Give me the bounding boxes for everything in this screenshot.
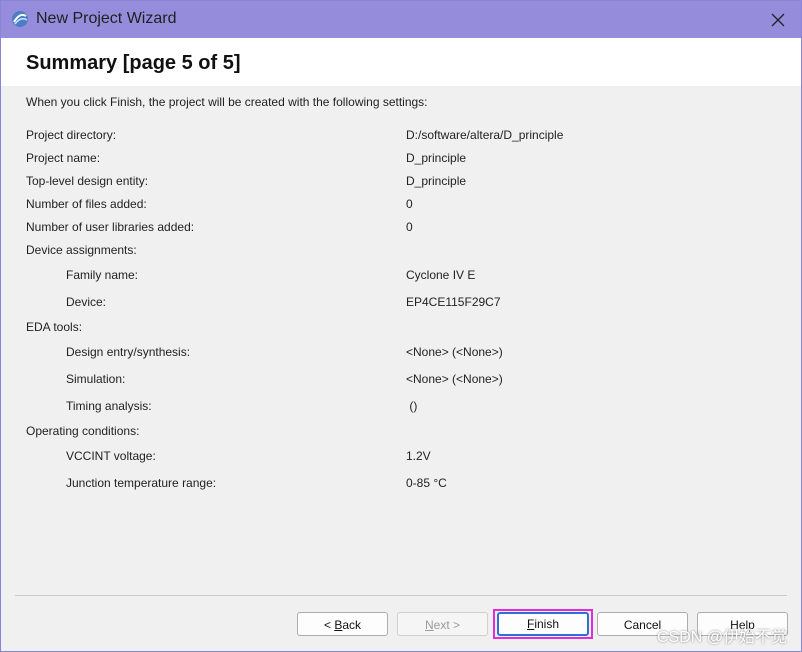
quartus-wizard-icon xyxy=(12,11,28,27)
close-icon xyxy=(771,13,785,26)
setting-label: Family name: xyxy=(66,268,139,282)
setting-value: 0-85 °C xyxy=(406,476,447,490)
watermark-text: CSDN @伊始不觉 xyxy=(656,629,787,646)
setting-value: () xyxy=(406,399,418,413)
setting-label: Project name: xyxy=(26,151,101,165)
setting-label: Timing analysis: xyxy=(66,399,152,413)
back-label-prefix: < xyxy=(323,618,335,632)
setting-label: Design entry/synthesis: xyxy=(66,345,191,359)
intro-text: When you click Finish, the project will … xyxy=(26,95,428,109)
next-mnemonic: N xyxy=(424,618,434,632)
page-header: Summary [page 5 of 5] xyxy=(1,38,801,86)
setting-value: D_principle xyxy=(406,151,467,165)
window-title: New Project Wizard xyxy=(36,10,177,27)
next-button[interactable]: Next > xyxy=(397,612,488,636)
setting-label: Top-level design entity: xyxy=(26,174,149,188)
setting-label: Device: xyxy=(66,295,107,309)
back-label-rest: ack xyxy=(342,618,362,632)
setting-value: D_principle xyxy=(406,174,467,188)
setting-value: D:/software/altera/D_principle xyxy=(406,128,564,142)
back-button[interactable]: < Back xyxy=(297,612,388,636)
setting-value: 0 xyxy=(406,197,413,211)
setting-label: VCCINT voltage: xyxy=(66,449,156,463)
close-button[interactable] xyxy=(755,1,801,38)
summary-content: When you click Finish, the project will … xyxy=(1,86,801,591)
setting-label: Project directory: xyxy=(26,128,117,142)
title-bar[interactable]: New Project Wizard xyxy=(1,1,801,38)
section-label: Operating conditions: xyxy=(26,424,140,438)
next-label-rest: ext > xyxy=(433,618,461,632)
setting-label: Simulation: xyxy=(66,372,126,386)
setting-label: Number of files added: xyxy=(26,197,147,211)
setting-value: 1.2V xyxy=(406,449,431,463)
section-label: Device assignments: xyxy=(26,243,137,257)
finish-highlight-box xyxy=(493,609,593,639)
setting-value: 0 xyxy=(406,220,413,234)
setting-value: EP4CE115F29C7 xyxy=(406,295,501,309)
new-project-wizard-window: New Project Wizard Summary [page 5 of 5]… xyxy=(0,0,802,652)
page-title: Summary [page 5 of 5] xyxy=(26,52,241,74)
setting-label: Junction temperature range: xyxy=(66,476,217,490)
setting-value: <None> (<None>) xyxy=(406,372,503,386)
footer-divider xyxy=(15,595,787,596)
setting-value: <None> (<None>) xyxy=(406,345,503,359)
setting-value: Cyclone IV E xyxy=(406,268,476,282)
section-label: EDA tools: xyxy=(26,320,83,334)
setting-label: Number of user libraries added: xyxy=(26,220,195,234)
